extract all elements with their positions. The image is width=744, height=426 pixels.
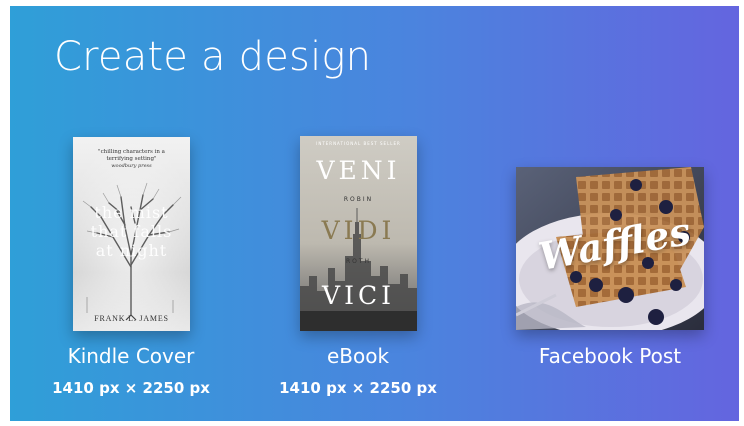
cover-word-2: VIDI <box>321 216 396 245</box>
card-label[interactable]: Kindle Cover <box>21 344 241 368</box>
ebook-thumbnail[interactable]: INTERNATIONAL BEST SELLER VENI ROBIN VID… <box>300 136 417 331</box>
facebook-post-thumbnail[interactable]: Waffles <box>516 167 704 330</box>
card-label[interactable]: Facebook Post <box>500 344 720 368</box>
card-dimensions: 1410 px × 2250 px <box>52 379 210 397</box>
cover-word-1: VENI <box>316 156 401 185</box>
page-title: Create a design <box>54 34 372 80</box>
card-label[interactable]: eBook <box>248 344 468 368</box>
cover-author: FRANK L. JAMES <box>94 314 169 323</box>
cover-tagline: INTERNATIONAL BEST SELLER <box>316 141 401 146</box>
cover-quote: "chilling characters in a terrifying set… <box>98 149 165 169</box>
create-design-panel: Create a design "chilling characters in … <box>10 6 739 421</box>
card-dimensions: 1410 px × 2250 px <box>279 379 437 397</box>
cover-author-last: ROTH <box>345 258 372 265</box>
cover-author-first: ROBIN <box>343 196 374 203</box>
kindle-cover-thumbnail[interactable]: "chilling characters in a terrifying set… <box>73 137 190 331</box>
cover-word-3: VICI <box>322 281 395 310</box>
cover-title: the mist that falls at night <box>90 203 173 260</box>
